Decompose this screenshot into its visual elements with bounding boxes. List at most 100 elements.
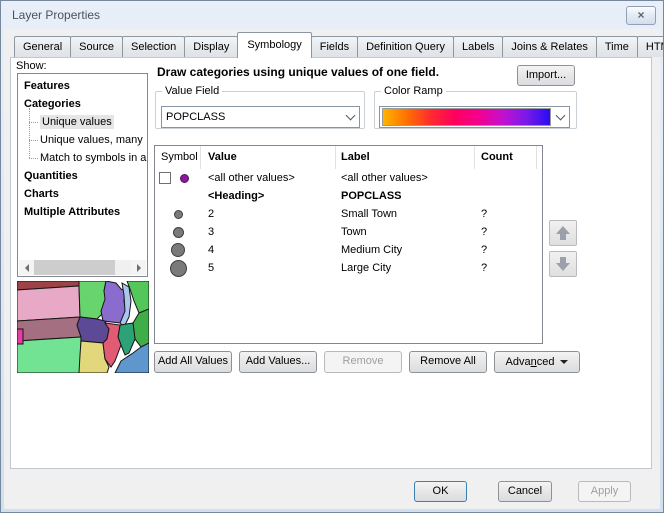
state-shape xyxy=(77,317,109,343)
advanced-button-label: Advanced xyxy=(506,353,555,372)
value-cell: 4 xyxy=(201,244,336,256)
symbol-dot[interactable] xyxy=(171,243,185,257)
add-values-button[interactable]: Add Values... xyxy=(239,351,317,373)
column-header-symbol: Symbol xyxy=(155,146,201,169)
scroll-thumb[interactable] xyxy=(34,260,115,275)
chevron-down-icon xyxy=(345,111,355,121)
add-all-values-button[interactable]: Add All Values xyxy=(154,351,232,373)
tab-selection[interactable]: Selection xyxy=(122,36,185,57)
value-cell: 3 xyxy=(201,226,336,238)
scroll-left-button[interactable] xyxy=(19,260,34,275)
count-cell: ? xyxy=(475,208,537,220)
close-button[interactable]: × xyxy=(626,6,656,25)
move-down-button[interactable] xyxy=(549,251,577,277)
symbol-dot[interactable] xyxy=(180,174,189,183)
values-list: Symbol Value Label Count <all other valu… xyxy=(154,145,543,344)
tab-time[interactable]: Time xyxy=(596,36,638,57)
state-shape xyxy=(17,286,80,321)
tree-item-quantities[interactable]: Quantities xyxy=(18,167,147,185)
ok-button[interactable]: OK xyxy=(414,481,467,502)
show-label: Show: xyxy=(16,60,47,72)
layer-preview-map xyxy=(17,281,149,373)
symbol-dot[interactable] xyxy=(170,260,187,277)
tree-item-unique-values-many[interactable]: Unique values, many xyxy=(18,131,147,149)
state-shape xyxy=(133,309,149,347)
value-cell: <all other values> xyxy=(201,172,336,184)
scroll-right-button[interactable] xyxy=(131,260,146,275)
scroll-left-icon xyxy=(25,264,29,272)
label-cell: Medium City xyxy=(336,244,475,256)
table-row[interactable]: <all other values> <all other values> xyxy=(155,169,542,187)
state-shape xyxy=(17,337,81,373)
page-title: Draw categories using unique values of o… xyxy=(157,65,439,79)
color-ramp-swatch xyxy=(382,108,551,126)
chevron-down-icon xyxy=(555,111,565,121)
tab-source[interactable]: Source xyxy=(70,36,123,57)
table-row[interactable]: 3 Town ? xyxy=(155,223,542,241)
tab-joins-relates[interactable]: Joins & Relates xyxy=(502,36,596,57)
tab-bar: General Source Selection Display Symbolo… xyxy=(14,32,664,57)
tree-item-categories[interactable]: Categories xyxy=(18,95,147,113)
move-up-button[interactable] xyxy=(549,220,577,246)
value-cell: 2 xyxy=(201,208,336,220)
label-cell: Large City xyxy=(336,262,475,274)
symbol-cell xyxy=(155,210,201,219)
count-cell: ? xyxy=(475,262,537,274)
symbol-cell xyxy=(155,172,201,184)
tab-html-popup[interactable]: HTML Popup xyxy=(637,36,664,57)
color-ramp-dropdown-button[interactable] xyxy=(551,107,569,127)
label-cell: Small Town xyxy=(336,208,475,220)
values-list-header: Symbol Value Label Count xyxy=(155,146,542,169)
value-field-label: Value Field xyxy=(162,85,222,97)
count-cell: ? xyxy=(475,244,537,256)
scroll-right-icon xyxy=(137,264,141,272)
tree-item-match-symbols[interactable]: Match to symbols in a xyxy=(18,149,147,167)
show-tree: Features Categories Unique values Unique… xyxy=(17,73,148,277)
layer-properties-dialog: Layer Properties × General Source Select… xyxy=(0,0,664,513)
symbol-dot[interactable] xyxy=(174,210,183,219)
categories-children: Unique values Unique values, many Match … xyxy=(18,113,147,167)
column-header-value: Value xyxy=(201,146,336,169)
tab-labels[interactable]: Labels xyxy=(453,36,503,57)
label-cell: <all other values> xyxy=(336,172,475,184)
tab-definition-query[interactable]: Definition Query xyxy=(357,36,454,57)
tree-horizontal-scrollbar[interactable] xyxy=(19,260,146,275)
column-header-count: Count xyxy=(475,146,537,169)
table-row[interactable]: 4 Medium City ? xyxy=(155,241,542,259)
color-ramp-dropdown[interactable] xyxy=(379,106,570,128)
remove-button[interactable]: Remove xyxy=(324,351,402,373)
apply-button[interactable]: Apply xyxy=(578,481,631,502)
label-cell: Town xyxy=(336,226,475,238)
import-button[interactable]: Import... xyxy=(517,65,575,86)
column-header-label: Label xyxy=(336,146,475,169)
arrow-down-icon xyxy=(556,263,570,271)
color-ramp-label: Color Ramp xyxy=(381,85,446,97)
symbology-page: Show: Features Categories Unique values … xyxy=(10,57,652,469)
table-row[interactable]: 2 Small Town ? xyxy=(155,205,542,223)
symbol-dot[interactable] xyxy=(173,227,184,238)
dropdown-caret-icon xyxy=(560,360,568,364)
all-other-values-checkbox[interactable] xyxy=(159,172,171,184)
tab-symbology[interactable]: Symbology xyxy=(237,32,311,58)
tree-item-charts[interactable]: Charts xyxy=(18,185,147,203)
value-cell: 5 xyxy=(201,262,336,274)
cancel-button[interactable]: Cancel xyxy=(498,481,552,502)
tree-item-features[interactable]: Features xyxy=(18,77,147,95)
value-field-dropdown[interactable]: POPCLASS xyxy=(161,106,360,128)
close-icon: × xyxy=(637,8,644,22)
symbol-cell xyxy=(155,260,201,277)
table-row[interactable]: 5 Large City ? xyxy=(155,259,542,277)
table-row[interactable]: <Heading> POPCLASS xyxy=(155,187,542,205)
value-field-dropdown-button[interactable] xyxy=(341,107,359,127)
arrow-up-icon xyxy=(556,226,570,234)
remove-all-button[interactable]: Remove All xyxy=(409,351,487,373)
tree-item-unique-values[interactable]: Unique values xyxy=(18,113,147,131)
advanced-button[interactable]: Advanced xyxy=(494,351,580,373)
tree-item-multiple-attributes[interactable]: Multiple Attributes xyxy=(18,203,147,221)
count-cell: ? xyxy=(475,226,537,238)
symbol-cell xyxy=(155,243,201,257)
tab-fields[interactable]: Fields xyxy=(311,36,358,57)
window-title: Layer Properties xyxy=(12,8,100,22)
tab-general[interactable]: General xyxy=(14,36,71,57)
tab-display[interactable]: Display xyxy=(184,36,238,57)
